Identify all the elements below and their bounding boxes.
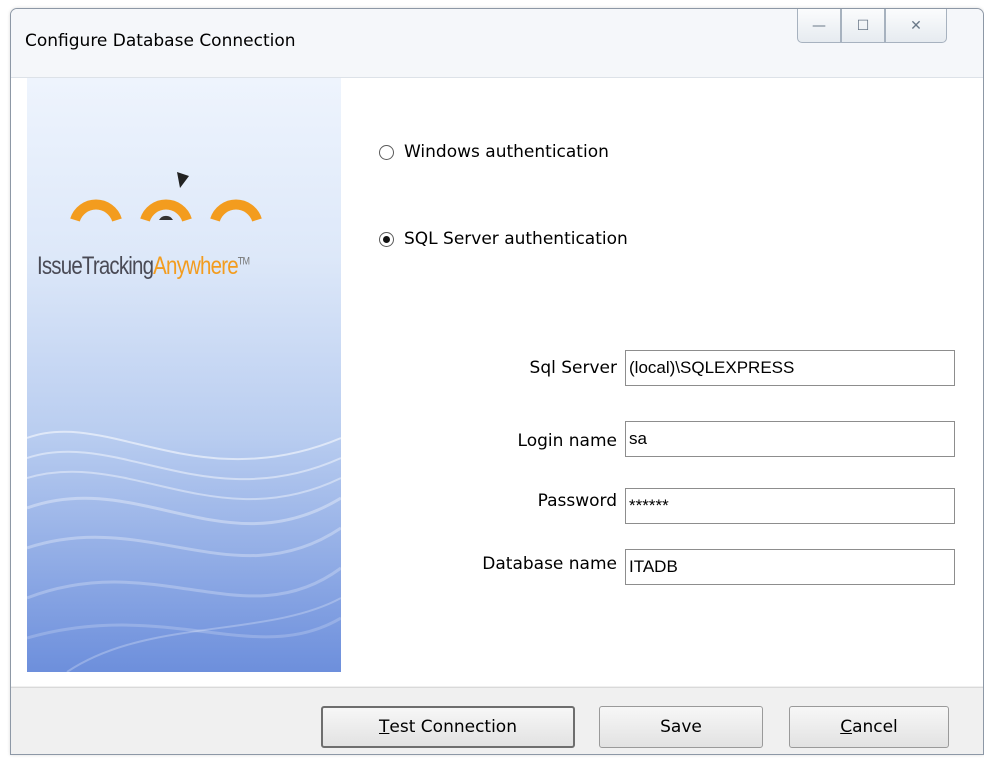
dialog-body: IssueTrackingAnywhereTM Windows authenti…: [11, 78, 983, 686]
close-icon: ✕: [910, 17, 922, 34]
title-bar[interactable]: Configure Database Connection — ☐ ✕: [11, 9, 983, 78]
dialog-window: Configure Database Connection — ☐ ✕ Issu…: [10, 8, 984, 755]
logo-icon: [70, 172, 262, 222]
test-connection-accel: T: [379, 717, 390, 737]
save-label: Save: [660, 717, 702, 737]
test-connection-button[interactable]: Test Connection: [321, 706, 575, 748]
close-button[interactable]: ✕: [885, 9, 947, 43]
radio-unchecked-icon[interactable]: [379, 144, 394, 160]
sql-server-label: Sql Server: [529, 358, 617, 378]
login-name-label: Login name: [517, 431, 617, 451]
window-title: Configure Database Connection: [25, 31, 296, 51]
cancel-accel: C: [840, 717, 853, 737]
password-label: Password: [537, 491, 617, 511]
maximize-button[interactable]: ☐: [841, 9, 885, 43]
login-name-input[interactable]: [625, 421, 955, 457]
product-banner: IssueTrackingAnywhereTM: [27, 78, 341, 672]
cancel-button[interactable]: Cancel: [789, 706, 949, 748]
radio-checked-icon[interactable]: [379, 231, 394, 247]
database-name-input[interactable]: [625, 549, 955, 585]
save-button[interactable]: Save: [599, 706, 763, 748]
cancel-label: ancel: [852, 717, 898, 737]
sql-auth-radio[interactable]: SQL Server authentication: [379, 229, 628, 249]
windows-auth-label: Windows authentication: [404, 142, 609, 162]
product-logo-text: IssueTrackingAnywhereTM: [37, 252, 250, 280]
minimize-button[interactable]: —: [797, 9, 841, 43]
database-name-label: Database name: [482, 554, 617, 574]
test-connection-label: est Connection: [389, 717, 517, 737]
minimize-icon: —: [812, 17, 826, 34]
sql-server-input[interactable]: [625, 350, 955, 386]
password-input[interactable]: [625, 488, 955, 524]
maximize-icon: ☐: [856, 17, 870, 34]
sql-auth-label: SQL Server authentication: [404, 229, 628, 249]
button-bar: Test Connection Save Cancel: [11, 687, 983, 754]
windows-auth-radio[interactable]: Windows authentication: [379, 142, 609, 162]
